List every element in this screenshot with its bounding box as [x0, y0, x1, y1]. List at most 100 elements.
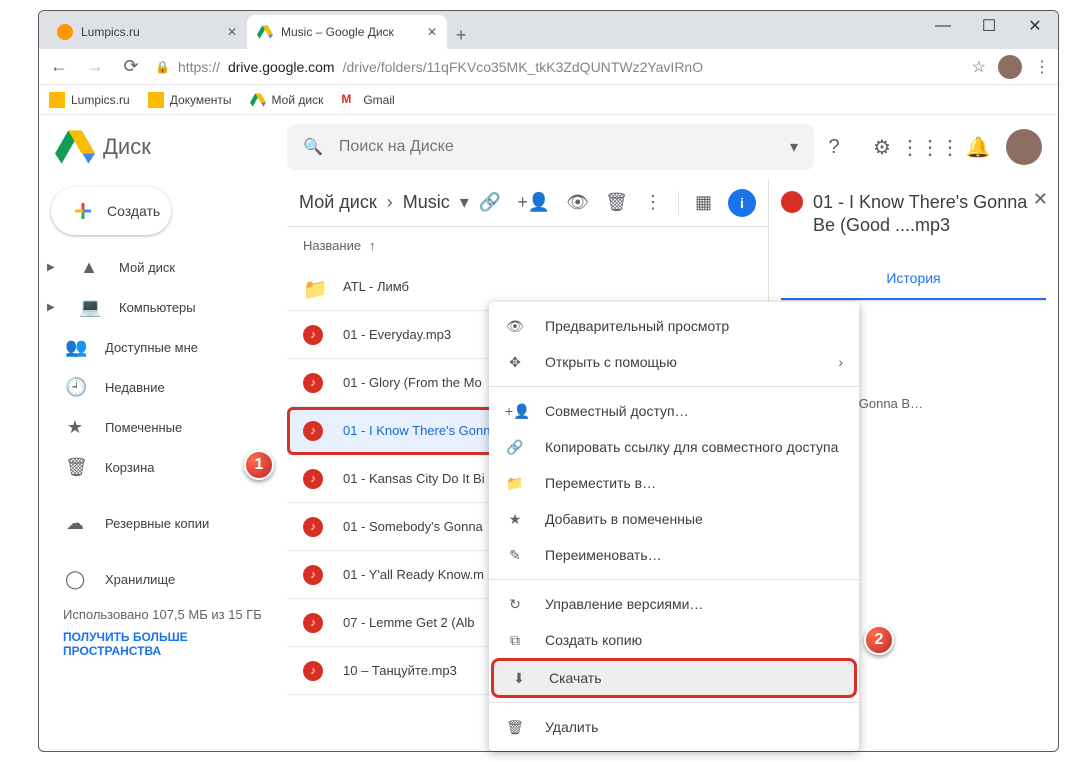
context-menu-item[interactable]: ↻Управление версиями… — [489, 586, 859, 622]
create-button[interactable]: Создать — [51, 187, 171, 235]
sidebar-item-storage[interactable]: ◯ Хранилище — [39, 559, 287, 599]
bookmark-gmail[interactable]: MGmail — [341, 92, 394, 108]
new-tab-button[interactable]: + — [447, 21, 475, 49]
sidebar-label: Недавние — [105, 380, 165, 395]
menu-item-icon: ↻ — [505, 596, 525, 613]
info-button[interactable]: i — [728, 189, 756, 217]
audio-icon: ♪ — [303, 517, 323, 537]
star-icon: ★ — [65, 417, 85, 438]
link-icon[interactable]: 🔗 — [479, 192, 501, 213]
more-icon[interactable]: ⋮ — [644, 192, 662, 213]
sidebar-item-shared[interactable]: 👥Доступные мне — [39, 327, 287, 367]
user-avatar[interactable] — [1006, 129, 1042, 165]
search-bar[interactable]: 🔍 ▾ — [287, 124, 814, 170]
close-icon[interactable]: ✕ — [227, 25, 237, 39]
url-path: /drive/folders/11qFKVco35MK_tkK3ZdQUNTWz… — [343, 59, 704, 75]
storage-upgrade-link[interactable]: ПОЛУЧИТЬ БОЛЬШЕ ПРОСТРАНСТВА — [63, 630, 263, 658]
sidebar-label: Хранилище — [105, 572, 175, 587]
sidebar-item-backups[interactable]: ☁ Резервные копии — [39, 503, 287, 543]
bookmark-documents[interactable]: Документы — [148, 92, 232, 108]
forward-icon[interactable]: → — [83, 56, 107, 77]
profile-avatar[interactable] — [998, 55, 1022, 79]
reload-icon[interactable]: ⟳ — [119, 56, 143, 77]
grid-view-icon[interactable]: ▦ — [695, 192, 712, 213]
chevron-down-icon[interactable]: ▾ — [460, 192, 469, 213]
file-name: 01 - Y'all Ready Know.m — [343, 567, 484, 582]
drive-icon — [250, 92, 266, 108]
context-menu-item[interactable]: ⧉Создать копию — [489, 622, 859, 658]
sidebar-item-computers[interactable]: ▶💻Компьютеры — [39, 287, 287, 327]
context-menu-item[interactable]: 👁Предварительный просмотр — [489, 308, 859, 344]
file-name: 01 - Everyday.mp3 — [343, 327, 451, 342]
cloud-icon: ☁ — [65, 513, 85, 534]
apps-grid-icon[interactable]: ⋮⋮⋮ — [910, 127, 950, 167]
context-menu-item[interactable]: ★Добавить в помеченные — [489, 501, 859, 537]
sidebar-label: Доступные мне — [105, 340, 198, 355]
drive-brand: Диск — [103, 134, 151, 160]
menu-item-icon: 🗑 — [505, 719, 525, 736]
bookmark-label: Gmail — [363, 93, 394, 107]
audio-icon: ♪ — [303, 373, 323, 393]
sidebar-item-recent[interactable]: 🕘Недавние — [39, 367, 287, 407]
sidebar-label: Корзина — [105, 460, 155, 475]
trash-icon[interactable]: 🗑 — [605, 192, 628, 213]
trash-icon: 🗑 — [65, 457, 85, 478]
tab-title: Music – Google Диск — [281, 25, 394, 39]
context-menu-item[interactable]: ✎Переименовать… — [489, 537, 859, 573]
bookmark-star-icon[interactable]: ☆ — [972, 57, 986, 77]
context-menu-item[interactable]: ✥Открыть с помощью› — [489, 344, 859, 380]
sidebar-label: Резервные копии — [105, 516, 209, 531]
bookmark-lumpics[interactable]: Lumpics.ru — [49, 92, 130, 108]
col-name: Название — [303, 238, 361, 253]
add-person-icon[interactable]: +👤 — [517, 192, 550, 213]
window-min[interactable]: — — [920, 11, 966, 41]
search-options-icon[interactable]: ▾ — [790, 137, 798, 157]
bookmark-mydrive[interactable]: Мой диск — [250, 92, 324, 108]
menu-item-label: Открыть с помощью — [545, 354, 677, 370]
tab-lumpics[interactable]: Lumpics.ru ✕ — [47, 15, 247, 49]
column-header[interactable]: Название ↑ — [287, 227, 768, 263]
file-name: 01 - Kansas City Do It Bi — [343, 471, 485, 486]
tab-drive[interactable]: Music – Google Диск ✕ — [247, 15, 447, 49]
search-input[interactable] — [339, 138, 774, 156]
preview-icon[interactable]: 👁 — [566, 192, 589, 213]
menu-item-label: Скачать — [549, 670, 602, 686]
file-name: 01 - Glory (From the Mo — [343, 375, 482, 390]
file-name: ATL - Лимб — [343, 279, 409, 294]
help-icon[interactable]: ? — [814, 127, 854, 167]
context-menu-item[interactable]: 📁Переместить в… — [489, 465, 859, 501]
tab-history[interactable]: История — [781, 258, 1046, 300]
breadcrumb-root[interactable]: Мой диск — [299, 192, 377, 213]
drive-logo-icon — [55, 127, 95, 167]
window-close[interactable]: ✕ — [1012, 11, 1058, 41]
url-field[interactable]: 🔒 https:// drive.google.com /drive/folde… — [155, 59, 960, 75]
close-icon[interactable]: ✕ — [427, 25, 437, 39]
sidebar-item-mydrive[interactable]: ▶▲Мой диск — [39, 247, 287, 287]
audio-icon: ♪ — [303, 661, 323, 681]
close-details-icon[interactable]: ✕ — [1033, 189, 1048, 210]
browser-menu-icon[interactable]: ⋮ — [1034, 57, 1050, 77]
file-name: 07 - Lemme Get 2 (Alb — [343, 615, 475, 630]
cloud-outline-icon: ◯ — [65, 569, 85, 590]
sidebar-item-starred[interactable]: ★Помеченные — [39, 407, 287, 447]
context-menu-item[interactable]: 🔗Копировать ссылку для совместного досту… — [489, 429, 859, 465]
menu-item-icon: 📁 — [505, 475, 525, 492]
window-max[interactable]: ☐ — [966, 11, 1012, 41]
settings-gear-icon[interactable]: ⚙ — [862, 127, 902, 167]
storage-used: Использовано 107,5 МБ из 15 ГБ — [63, 607, 263, 622]
bookmark-label: Мой диск — [272, 93, 324, 107]
drive-logo[interactable]: Диск — [55, 127, 287, 167]
notifications-icon[interactable]: 🔔 — [958, 127, 998, 167]
lock-icon: 🔒 — [155, 60, 170, 74]
back-icon[interactable]: ← — [47, 56, 71, 77]
drive-favicon-icon — [257, 24, 273, 40]
menu-item-label: Предварительный просмотр — [545, 318, 729, 334]
context-menu-item[interactable]: ⬇ Скачать — [493, 660, 855, 696]
context-menu-item[interactable]: 🗑Удалить — [489, 709, 859, 745]
sidebar-label: Мой диск — [119, 260, 175, 275]
menu-item-icon: ⬇ — [509, 670, 529, 687]
folder-icon: 📁 — [303, 277, 323, 297]
context-menu-item[interactable]: +👤Совместный доступ… — [489, 393, 859, 429]
annotation-badge-1: 1 — [244, 450, 274, 480]
breadcrumb-folder[interactable]: Music — [403, 192, 450, 213]
